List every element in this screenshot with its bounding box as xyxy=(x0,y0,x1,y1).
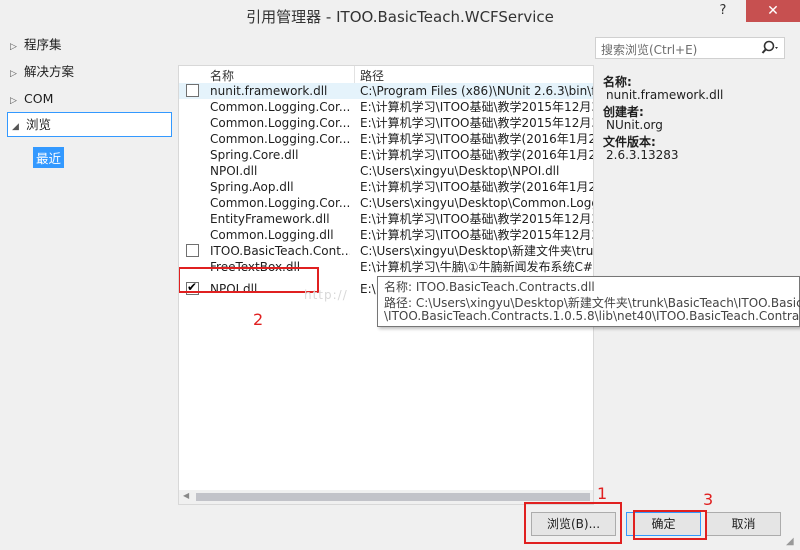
checkbox[interactable] xyxy=(186,84,199,97)
list-item[interactable]: Spring.Aop.dll E:\计算机学习\ITOO基础\教学(2016年1月… xyxy=(179,179,594,195)
nav-item-browse[interactable]: ◢ 浏览 xyxy=(7,112,172,137)
search-icon[interactable] xyxy=(761,39,781,61)
list-item[interactable]: nunit.framework.dll C:\Program Files (x86… xyxy=(179,83,594,99)
cell-name: Spring.Core.dll xyxy=(210,148,299,162)
nav-item-label: 程序集 xyxy=(24,37,62,52)
expand-arrow-icon: ▷ xyxy=(10,69,17,79)
cell-path: E:\计算机学习\ITOO基础\教学2015年12月3 xyxy=(360,100,594,114)
detail-version-value: 2.6.3.13283 xyxy=(606,148,679,162)
cell-name: Common.Logging.Cor... xyxy=(210,100,350,114)
annotation-box-3 xyxy=(633,510,707,540)
detail-name-value: nunit.framework.dll xyxy=(606,88,724,102)
cell-name: Common.Logging.dll xyxy=(210,228,334,242)
cell-path: E:\计算机学习\ITOO基础\教学(2016年1月2 xyxy=(360,180,594,194)
cell-name: nunit.framework.dll xyxy=(210,84,328,98)
nav-item-label: 浏览 xyxy=(26,117,52,132)
cell-path: E:\计算机学习\ITOO基础\教学2015年12月3 xyxy=(360,228,594,242)
annotation-number-3: 3 xyxy=(703,490,714,509)
title-bar: 引用管理器 - ITOO.BasicTeach.WCFService ? ✕ xyxy=(0,0,800,32)
expand-arrow-icon: ▷ xyxy=(10,96,17,106)
cell-name: Spring.Aop.dll xyxy=(210,180,294,194)
list-item[interactable]: Spring.Core.dll E:\计算机学习\ITOO基础\教学(2016年1… xyxy=(179,147,594,163)
nav-item-assemblies[interactable]: ▷ 程序集 xyxy=(10,34,62,56)
column-header-path[interactable]: 路径 xyxy=(360,67,384,84)
column-divider[interactable] xyxy=(354,66,355,83)
list-item[interactable]: Common.Logging.Cor... C:\Users\xingyu\Des… xyxy=(179,195,594,211)
cell-path: E:\计算机学习\ITOO基础\教学(2016年1月2 xyxy=(360,132,594,146)
cell-path: C:\Users\xingyu\Desktop\新建文件夹\trun xyxy=(360,244,594,258)
list-item[interactable]: NPOI.dll C:\Users\xingyu\Desktop\NPOI.dll xyxy=(179,163,593,179)
search-box[interactable]: 搜索浏览(Ctrl+E) xyxy=(595,37,785,59)
cell-path: E:\计算机学习\ITOO基础\教学(2016年1月2 xyxy=(360,148,594,162)
cell-path: C:\Users\xingyu\Desktop\NPOI.dll xyxy=(360,164,560,178)
tooltip-name: 名称: ITOO.BasicTeach.Contracts.dll xyxy=(384,280,595,294)
list-item[interactable]: Common.Logging.dll E:\计算机学习\ITOO基础\教学2015… xyxy=(179,227,594,243)
cell-name: Common.Logging.Cor... xyxy=(210,196,350,210)
nav-item-solution[interactable]: ▷ 解决方案 xyxy=(10,61,74,83)
tooltip-path-cont: \ITOO.BasicTeach.Contracts.1.0.5.8\lib\n… xyxy=(384,309,800,323)
detail-creator-value: NUnit.org xyxy=(606,118,663,132)
list-header: 名称 路径 xyxy=(179,66,593,84)
list-item[interactable]: ITOO.BasicTeach.Cont... C:\Users\xingyu\D… xyxy=(179,243,594,259)
column-header-name[interactable]: 名称 xyxy=(210,67,234,84)
scroll-left-icon[interactable]: ◀ xyxy=(183,491,189,500)
cell-name: ITOO.BasicTeach.Cont... xyxy=(210,244,350,258)
expand-arrow-icon: ▷ xyxy=(10,42,17,52)
annotation-number-2: 2 xyxy=(253,310,264,329)
cell-path: E:\计算机学习\ITOO基础\教学2015年12月3 xyxy=(360,116,594,130)
watermark: http:// xyxy=(304,288,348,302)
list-item[interactable]: EntityFramework.dll E:\计算机学习\ITOO基础\教学201… xyxy=(179,211,594,227)
cell-name: Common.Logging.Cor... xyxy=(210,116,350,130)
cell-path: E:\计算机学习\牛腩\①牛腩新闻发布系统C# xyxy=(360,260,593,274)
resize-grip-icon[interactable]: ◢ xyxy=(786,536,794,547)
checkbox[interactable] xyxy=(186,244,199,257)
cell-name: EntityFramework.dll xyxy=(210,212,330,226)
close-button[interactable]: ✕ xyxy=(746,0,800,22)
nav-item-label: COM xyxy=(24,91,54,106)
window-title: 引用管理器 - ITOO.BasicTeach.WCFService xyxy=(246,8,554,26)
cell-name: Common.Logging.Cor... xyxy=(210,132,350,146)
cancel-button[interactable]: 取消 xyxy=(706,512,781,536)
cell-path: E:\计算机学习\ITOO基础\教学2015年12月3 xyxy=(360,212,594,226)
annotation-box-1 xyxy=(524,502,622,544)
list-item[interactable]: Common.Logging.Cor... E:\计算机学习\ITOO基础\教学2… xyxy=(179,115,594,131)
nav-item-label: 解决方案 xyxy=(24,64,75,79)
nav-subitem-recent[interactable]: 最近 xyxy=(33,147,65,168)
list-item[interactable]: Common.Logging.Cor... E:\计算机学习\ITOO基础\教学2… xyxy=(179,99,594,115)
nav-item-com[interactable]: ▷ COM xyxy=(10,88,53,110)
collapse-arrow-icon: ◢ xyxy=(12,122,19,132)
help-button[interactable]: ? xyxy=(710,0,736,22)
cell-name: NPOI.dll xyxy=(210,164,258,178)
search-input[interactable]: 搜索浏览(Ctrl+E) xyxy=(601,41,697,58)
scrollbar-thumb[interactable] xyxy=(196,493,590,501)
annotation-number-1: 1 xyxy=(597,484,608,503)
path-tooltip: 名称: ITOO.BasicTeach.Contracts.dll 路径: C:… xyxy=(377,276,800,327)
cell-path: C:\Program Files (x86)\NUnit 2.6.3\bin\f… xyxy=(360,84,594,98)
list-item[interactable]: Common.Logging.Cor... E:\计算机学习\ITOO基础\教学(… xyxy=(179,131,594,147)
cell-path: C:\Users\xingyu\Desktop\Common.Logg xyxy=(360,196,594,210)
annotation-box-2 xyxy=(179,267,319,293)
